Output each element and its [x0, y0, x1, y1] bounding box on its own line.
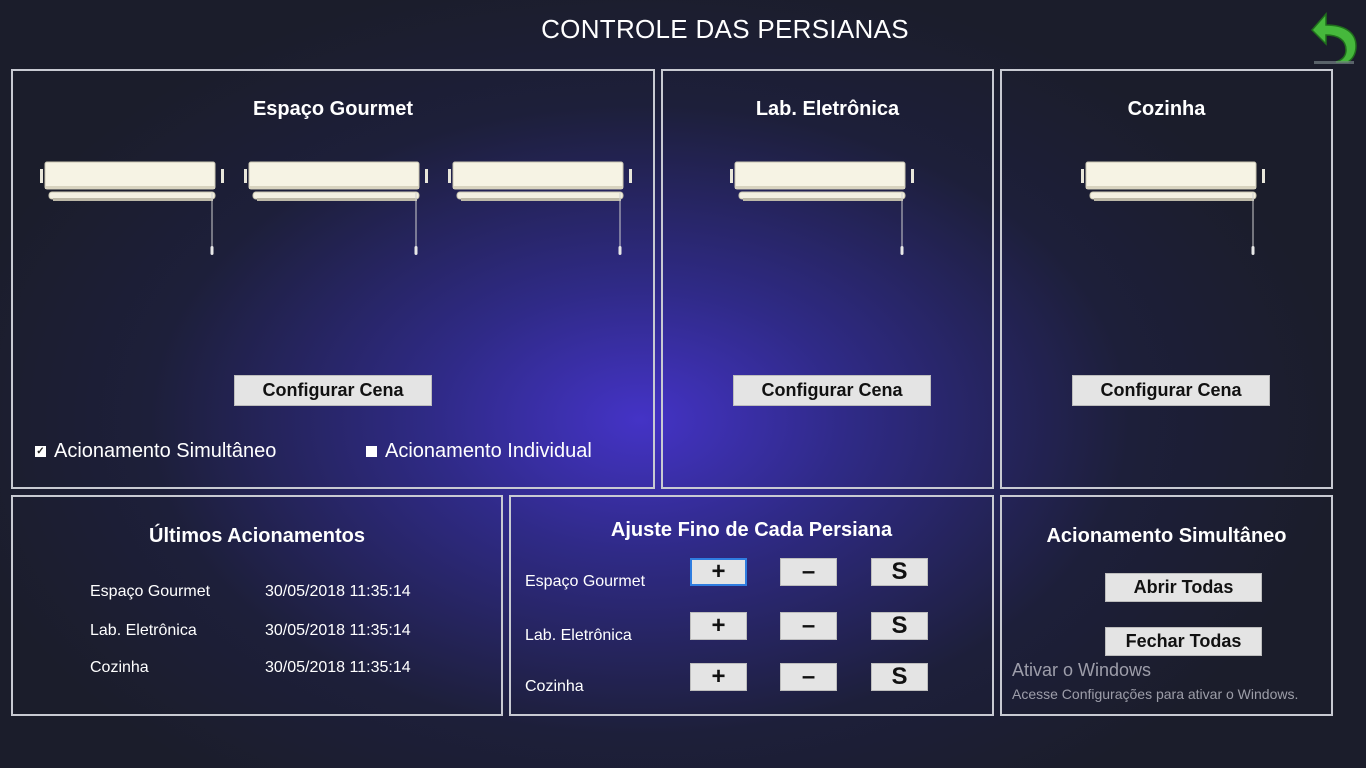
log-time: 30/05/2018 11:35:14	[265, 622, 411, 639]
blind-icon	[447, 161, 633, 256]
page-title: CONTROLE DAS PERSIANAS	[541, 14, 909, 44]
blind-icon	[39, 161, 225, 256]
log-time: 30/05/2018 11:35:14	[265, 659, 411, 676]
log-room: Lab. Eletrônica	[90, 622, 197, 639]
room-title: Cozinha	[1127, 98, 1206, 120]
configure-scene-button[interactable]: Configurar Cena	[1072, 375, 1270, 406]
configure-scene-button[interactable]: Configurar Cena	[733, 375, 931, 406]
undo-arrow-icon	[1310, 12, 1357, 64]
simultaneous-mode-checkbox[interactable]: ✓ Acionamento Simultâneo	[35, 440, 276, 463]
raise-button[interactable]: +	[690, 612, 747, 640]
blind-icon	[243, 161, 429, 256]
lower-button[interactable]: –	[780, 663, 837, 691]
room-panel-cozinha: Cozinha Configurar Cena	[1000, 69, 1333, 489]
log-room: Espaço Gourmet	[90, 583, 211, 600]
back-button[interactable]	[1308, 10, 1358, 64]
lower-button[interactable]: –	[780, 612, 837, 640]
fine-room-label: Espaço Gourmet	[525, 573, 646, 590]
stop-button[interactable]: S	[871, 612, 928, 640]
close-all-button[interactable]: Fechar Todas	[1105, 627, 1262, 656]
blind-icon	[729, 161, 915, 256]
blind-icon	[1080, 161, 1266, 256]
checkbox-unchecked-icon	[366, 446, 377, 457]
log-room: Cozinha	[90, 659, 149, 676]
raise-button[interactable]: +	[690, 663, 747, 691]
panel-title: Ajuste Fino de Cada Persiana	[610, 519, 893, 541]
checkbox-label: Acionamento Individual	[385, 440, 592, 462]
raise-button[interactable]: +	[690, 558, 747, 586]
lower-button[interactable]: –	[780, 558, 837, 586]
last-activations-panel: Últimos Acionamentos Espaço Gourmet 30/0…	[11, 495, 503, 716]
panel-title: Acionamento Simultâneo	[1046, 525, 1287, 547]
log-time: 30/05/2018 11:35:14	[265, 583, 411, 600]
configure-scene-button[interactable]: Configurar Cena	[234, 375, 432, 406]
windows-activation-subtitle: Acesse Configurações para ativar o Windo…	[1012, 686, 1299, 702]
panel-title: Últimos Acionamentos	[149, 525, 365, 547]
room-panel-espaco-gourmet: Espaço Gourmet Configurar Cena ✓ Acionam…	[11, 69, 655, 489]
stop-button[interactable]: S	[871, 558, 928, 586]
checkbox-checked-icon: ✓	[35, 446, 46, 457]
room-title: Lab. Eletrônica	[755, 98, 900, 120]
stop-button[interactable]: S	[871, 663, 928, 691]
windows-activation-title: Ativar o Windows	[1012, 660, 1152, 680]
checkbox-label: Acionamento Simultâneo	[54, 440, 277, 462]
room-panel-lab-eletronica: Lab. Eletrônica Configurar Cena	[661, 69, 994, 489]
fine-adjust-panel: Ajuste Fino de Cada Persiana Espaço Gour…	[509, 495, 994, 716]
fine-room-label: Lab. Eletrônica	[525, 627, 632, 644]
open-all-button[interactable]: Abrir Todas	[1105, 573, 1262, 602]
room-title: Espaço Gourmet	[252, 98, 414, 120]
simultaneous-panel: Acionamento Simultâneo Abrir Todas Fecha…	[1000, 495, 1333, 716]
individual-mode-checkbox[interactable]: Acionamento Individual	[366, 440, 592, 463]
fine-room-label: Cozinha	[525, 678, 584, 695]
